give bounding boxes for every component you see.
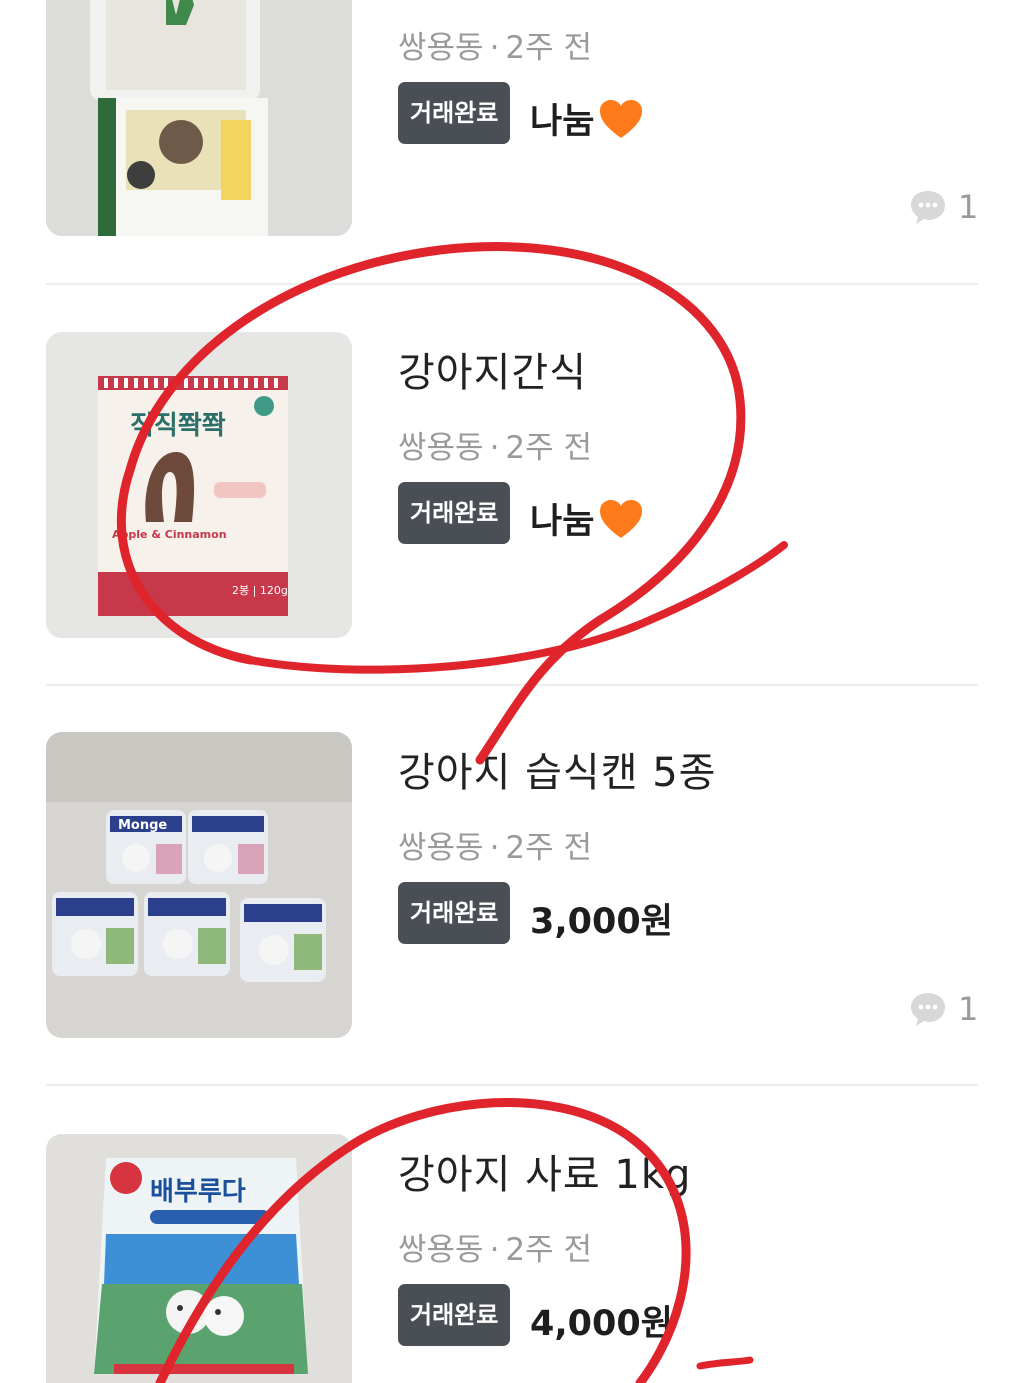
comment-count[interactable]: 1: [908, 990, 978, 1028]
chat-bubble-icon: [911, 993, 945, 1026]
item-title: 강아지 습식캔 5종: [398, 750, 717, 796]
comment-number: 1: [958, 990, 979, 1028]
listing-screen: 쌍용동 · 2주 전 거래완료 나눔 1 직직쫙쫙 Apple & Cinnam…: [0, 0, 1024, 1383]
item-thumbnail: [46, 0, 352, 236]
item-time: 2주 전: [505, 430, 593, 466]
comment-number: 1: [958, 188, 979, 226]
orange-heart-icon: [600, 499, 643, 538]
food-brand-label: 배부루다: [150, 1177, 246, 1207]
item-location: 쌍용동: [398, 830, 484, 866]
item-price: 나눔: [530, 493, 644, 544]
item-meta: 쌍용동 · 2주 전: [398, 822, 592, 867]
price-text: 나눔: [530, 102, 595, 142]
chat-bubble-icon: [911, 191, 945, 224]
item-meta: 쌍용동 · 2주 전: [398, 1224, 592, 1269]
meta-separator: ·: [489, 1232, 500, 1268]
orange-heart-icon: [600, 99, 643, 138]
price-text: 나눔: [530, 502, 595, 542]
meta-separator: ·: [489, 430, 500, 466]
snack-brand-label: 직직쫙쫙: [130, 411, 226, 441]
item-title: 강아지간식: [398, 350, 587, 396]
list-item[interactable]: 배부루다 강아지 사료 1kg 쌍용동 · 2주 전 거래완료 4,000원: [0, 1086, 1024, 1383]
item-time: 2주 전: [505, 30, 593, 66]
item-meta: 쌍용동 · 2주 전: [398, 422, 592, 467]
status-badge: 거래완료: [398, 1284, 511, 1346]
status-badge: 거래완료: [398, 882, 511, 944]
comment-count[interactable]: 1: [908, 188, 978, 226]
item-time: 2주 전: [505, 1232, 593, 1268]
item-meta: 쌍용동 · 2주 전: [398, 22, 592, 67]
item-location: 쌍용동: [398, 1232, 484, 1268]
list-item[interactable]: 쌍용동 · 2주 전 거래완료 나눔 1: [0, 0, 1024, 282]
list-item[interactable]: 직직쫙쫙 Apple & Cinnamon 2봉 | 120g 강아지간식 쌍용…: [0, 284, 1024, 684]
item-price: 3,000원: [530, 893, 673, 944]
item-location: 쌍용동: [398, 30, 484, 66]
price-text: 4,000원: [530, 1304, 673, 1344]
status-badge: 거래완료: [398, 482, 511, 544]
item-title: 강아지 사료 1kg: [398, 1152, 692, 1198]
item-location: 쌍용동: [398, 430, 484, 466]
item-thumbnail: 배부루다: [46, 1134, 352, 1383]
snack-weight-label: 2봉 | 120g: [232, 584, 288, 597]
meta-separator: ·: [489, 30, 500, 66]
item-thumbnail: Monge: [46, 732, 352, 1038]
item-price: 나눔: [530, 93, 644, 144]
status-badge: 거래완료: [398, 82, 511, 144]
item-time: 2주 전: [505, 830, 593, 866]
item-price: 4,000원: [530, 1295, 673, 1346]
snack-flavor-label: Apple & Cinnamon: [112, 528, 227, 541]
can-brand-label: Monge: [118, 818, 167, 833]
list-item[interactable]: Monge 강아지 습식캔 5종 쌍용동 · 2주 전 거래완료 3,000원 …: [0, 686, 1024, 1084]
meta-separator: ·: [489, 830, 500, 866]
price-text: 3,000원: [530, 902, 673, 942]
item-thumbnail: 직직쫙쫙 Apple & Cinnamon 2봉 | 120g: [46, 332, 352, 638]
